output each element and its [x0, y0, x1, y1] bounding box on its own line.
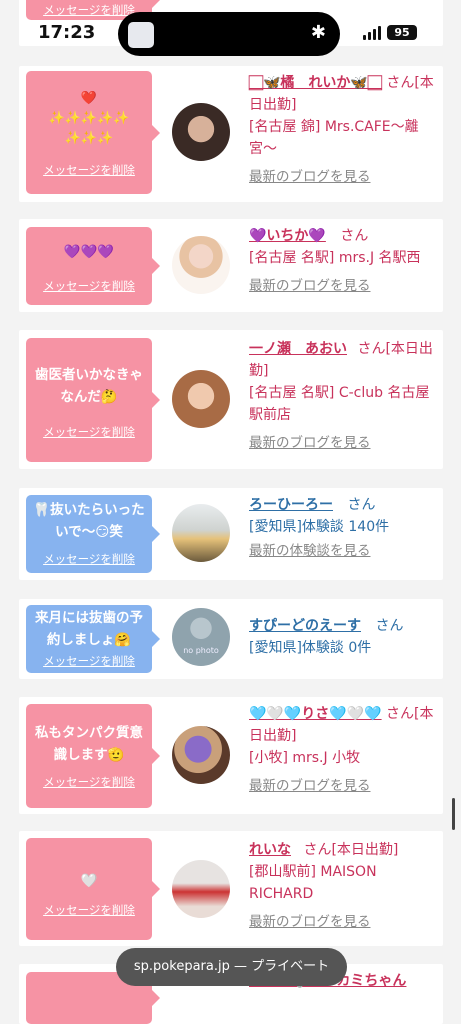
message-card-speed-ace: 来月には抜歯の予約しましょ🤗 メッセージを削除 no photo すぴーどのえー…: [19, 599, 443, 679]
profile-info: すぴーどのえーす さん [愛知県]体験談 0件: [249, 615, 437, 659]
message-text: 🦷抜いたらいったいで〜😏笑: [33, 502, 145, 540]
status-bar: 17:23 ✱ 95: [0, 0, 461, 56]
shop-info: [名古屋 名駅] C-club 名古屋駅前店: [249, 385, 430, 423]
message-card-ichika: 💜💜💜 メッセージを削除 💜いちか💜 さん [名古屋 名駅] mrs.J 名駅西…: [19, 219, 443, 312]
message-text: 💜💜💜: [63, 244, 115, 260]
honorific: さん: [340, 228, 369, 244]
message-text: 歯医者いかなきゃなんだ🤔: [35, 367, 143, 405]
message-text: 私もタンパク質意識します🫡: [35, 725, 143, 763]
profile-name-link[interactable]: 🩵🤍🩵りさ🩵🤍🩵: [249, 706, 382, 722]
battery-icon: 95: [387, 25, 417, 40]
review-count: [愛知県]体験談 140件: [249, 519, 390, 535]
honorific: さん: [375, 618, 404, 634]
latest-blog-link[interactable]: 最新のブログを見る: [249, 775, 371, 797]
delete-message-link[interactable]: メッセージを削除: [26, 424, 152, 440]
profile-info: 🏻🦋橘 れいか🦋🏻 さん[本日出勤] [名古屋 錦] Mrs.CAFE〜離宮〜 …: [249, 72, 437, 188]
review-count: [愛知県]体験談 0件: [249, 640, 372, 656]
latest-blog-link[interactable]: 最新のブログを見る: [249, 275, 371, 297]
honorific: さん: [347, 497, 376, 513]
latest-blog-link[interactable]: 最新のブログを見る: [249, 166, 371, 188]
avatar[interactable]: [172, 103, 230, 161]
message-bubble: 来月には抜歯の予約しましょ🤗 メッセージを削除: [26, 605, 160, 673]
profile-info: ろーひーろー さん [愛知県]体験談 140件 最新の体験談を見る: [249, 494, 437, 562]
profile-name-link[interactable]: れいな: [249, 842, 291, 858]
profile-name-link[interactable]: ろーひーろー: [249, 497, 333, 513]
message-bubble: 💜💜💜 メッセージを削除: [26, 227, 160, 305]
message-text: 来月には抜歯の予約しましょ🤗: [35, 610, 143, 648]
shop-info: [小牧] mrs.J 小牧: [249, 750, 361, 766]
avatar[interactable]: [172, 236, 230, 294]
profile-name-link[interactable]: 🏻🦋橘 れいか🦋🏻: [249, 75, 382, 91]
honorific: さん: [303, 842, 332, 858]
message-card-risa: 私もタンパク質意識します🫡 メッセージを削除 🩵🤍🩵りさ🩵🤍🩵 さん[本日出勤]…: [19, 697, 443, 814]
profile-name-link[interactable]: 一ノ瀬 あおい: [249, 341, 347, 357]
avatar[interactable]: no photo: [172, 608, 230, 666]
shop-info: [名古屋 錦] Mrs.CAFE〜離宮〜: [249, 119, 419, 157]
profile-info: 💜いちか💜 さん [名古屋 名駅] mrs.J 名駅西 最新のブログを見る: [249, 225, 437, 297]
profile-info: れいな さん[本日出勤] [郡山駅前] MAISON RICHARD 最新のブロ…: [249, 839, 437, 933]
honorific: さん: [357, 341, 386, 357]
message-card-reina: 🤍 メッセージを削除 れいな さん[本日出勤] [郡山駅前] MAISON RI…: [19, 831, 443, 946]
profile-name-link[interactable]: すぴーどのえーす: [249, 618, 361, 634]
delete-message-link[interactable]: メッセージを削除: [26, 653, 152, 669]
bluetooth-icon: ✱: [310, 22, 326, 43]
avatar[interactable]: [172, 370, 230, 428]
honorific: さん: [386, 75, 415, 91]
delete-message-link[interactable]: メッセージを削除: [26, 902, 152, 918]
message-text: ❤️ ✨✨✨✨✨ ✨✨✨: [48, 91, 130, 146]
delete-message-link[interactable]: メッセージを削除: [26, 278, 152, 294]
message-card-aoi: 歯医者いかなきゃなんだ🤔 メッセージを削除 一ノ瀬 あおい さん[本日出勤] […: [19, 330, 443, 469]
latest-blog-link[interactable]: 最新のブログを見る: [249, 911, 371, 933]
message-bubble: 🤍 メッセージを削除: [26, 838, 160, 940]
message-bubble: ❤️ ✨✨✨✨✨ ✨✨✨ メッセージを削除: [26, 71, 160, 194]
profile-info: 🩵🤍🩵りさ🩵🤍🩵 さん[本日出勤] [小牧] mrs.J 小牧 最新のブログを見…: [249, 703, 437, 797]
dynamic-island: ✱: [118, 12, 340, 56]
avatar[interactable]: [172, 504, 230, 562]
message-bubble: 🦷抜いたらいったいで〜😏笑 メッセージを削除: [26, 495, 160, 573]
signal-icon: [363, 25, 381, 40]
message-bubble: 私もタンパク質意識します🫡 メッセージを削除: [26, 704, 160, 808]
profile-info: 一ノ瀬 あおい さん[本日出勤] [名古屋 名駅] C-club 名古屋駅前店 …: [249, 338, 437, 454]
media-thumbnail-icon: [128, 22, 154, 48]
delete-message-link[interactable]: メッセージを削除: [26, 774, 152, 790]
profile-name-link[interactable]: 💜いちか💜: [249, 228, 326, 244]
avatar[interactable]: [172, 726, 230, 784]
no-photo-label: no photo: [183, 646, 219, 655]
message-card-rohiro: 🦷抜いたらいったいで〜😏笑 メッセージを削除 ろーひーろー さん [愛知県]体験…: [19, 488, 443, 580]
message-text: 🤍: [80, 873, 98, 889]
message-bubble: 歯医者いかなきゃなんだ🤔 メッセージを削除: [26, 338, 160, 462]
scroll-indicator[interactable]: [452, 798, 455, 830]
work-status: [本日出勤]: [331, 842, 399, 858]
status-indicators: 95: [363, 25, 417, 40]
status-time: 17:23: [38, 22, 96, 43]
shop-info: [名古屋 名駅] mrs.J 名駅西: [249, 250, 421, 266]
latest-blog-link[interactable]: 最新のブログを見る: [249, 432, 371, 454]
url-bar[interactable]: sp.pokepara.jp — プライベート: [116, 948, 347, 986]
avatar[interactable]: [172, 860, 230, 918]
latest-review-link[interactable]: 最新の体験談を見る: [249, 540, 371, 562]
delete-message-link[interactable]: メッセージを削除: [26, 162, 152, 178]
delete-message-link[interactable]: メッセージを削除: [26, 551, 152, 567]
shop-info: [郡山駅前] MAISON RICHARD: [249, 864, 377, 902]
honorific: さん: [386, 706, 415, 722]
message-card-reika: ❤️ ✨✨✨✨✨ ✨✨✨ メッセージを削除 🏻🦋橘 れいか🦋🏻 さん[本日出勤] […: [19, 66, 443, 202]
